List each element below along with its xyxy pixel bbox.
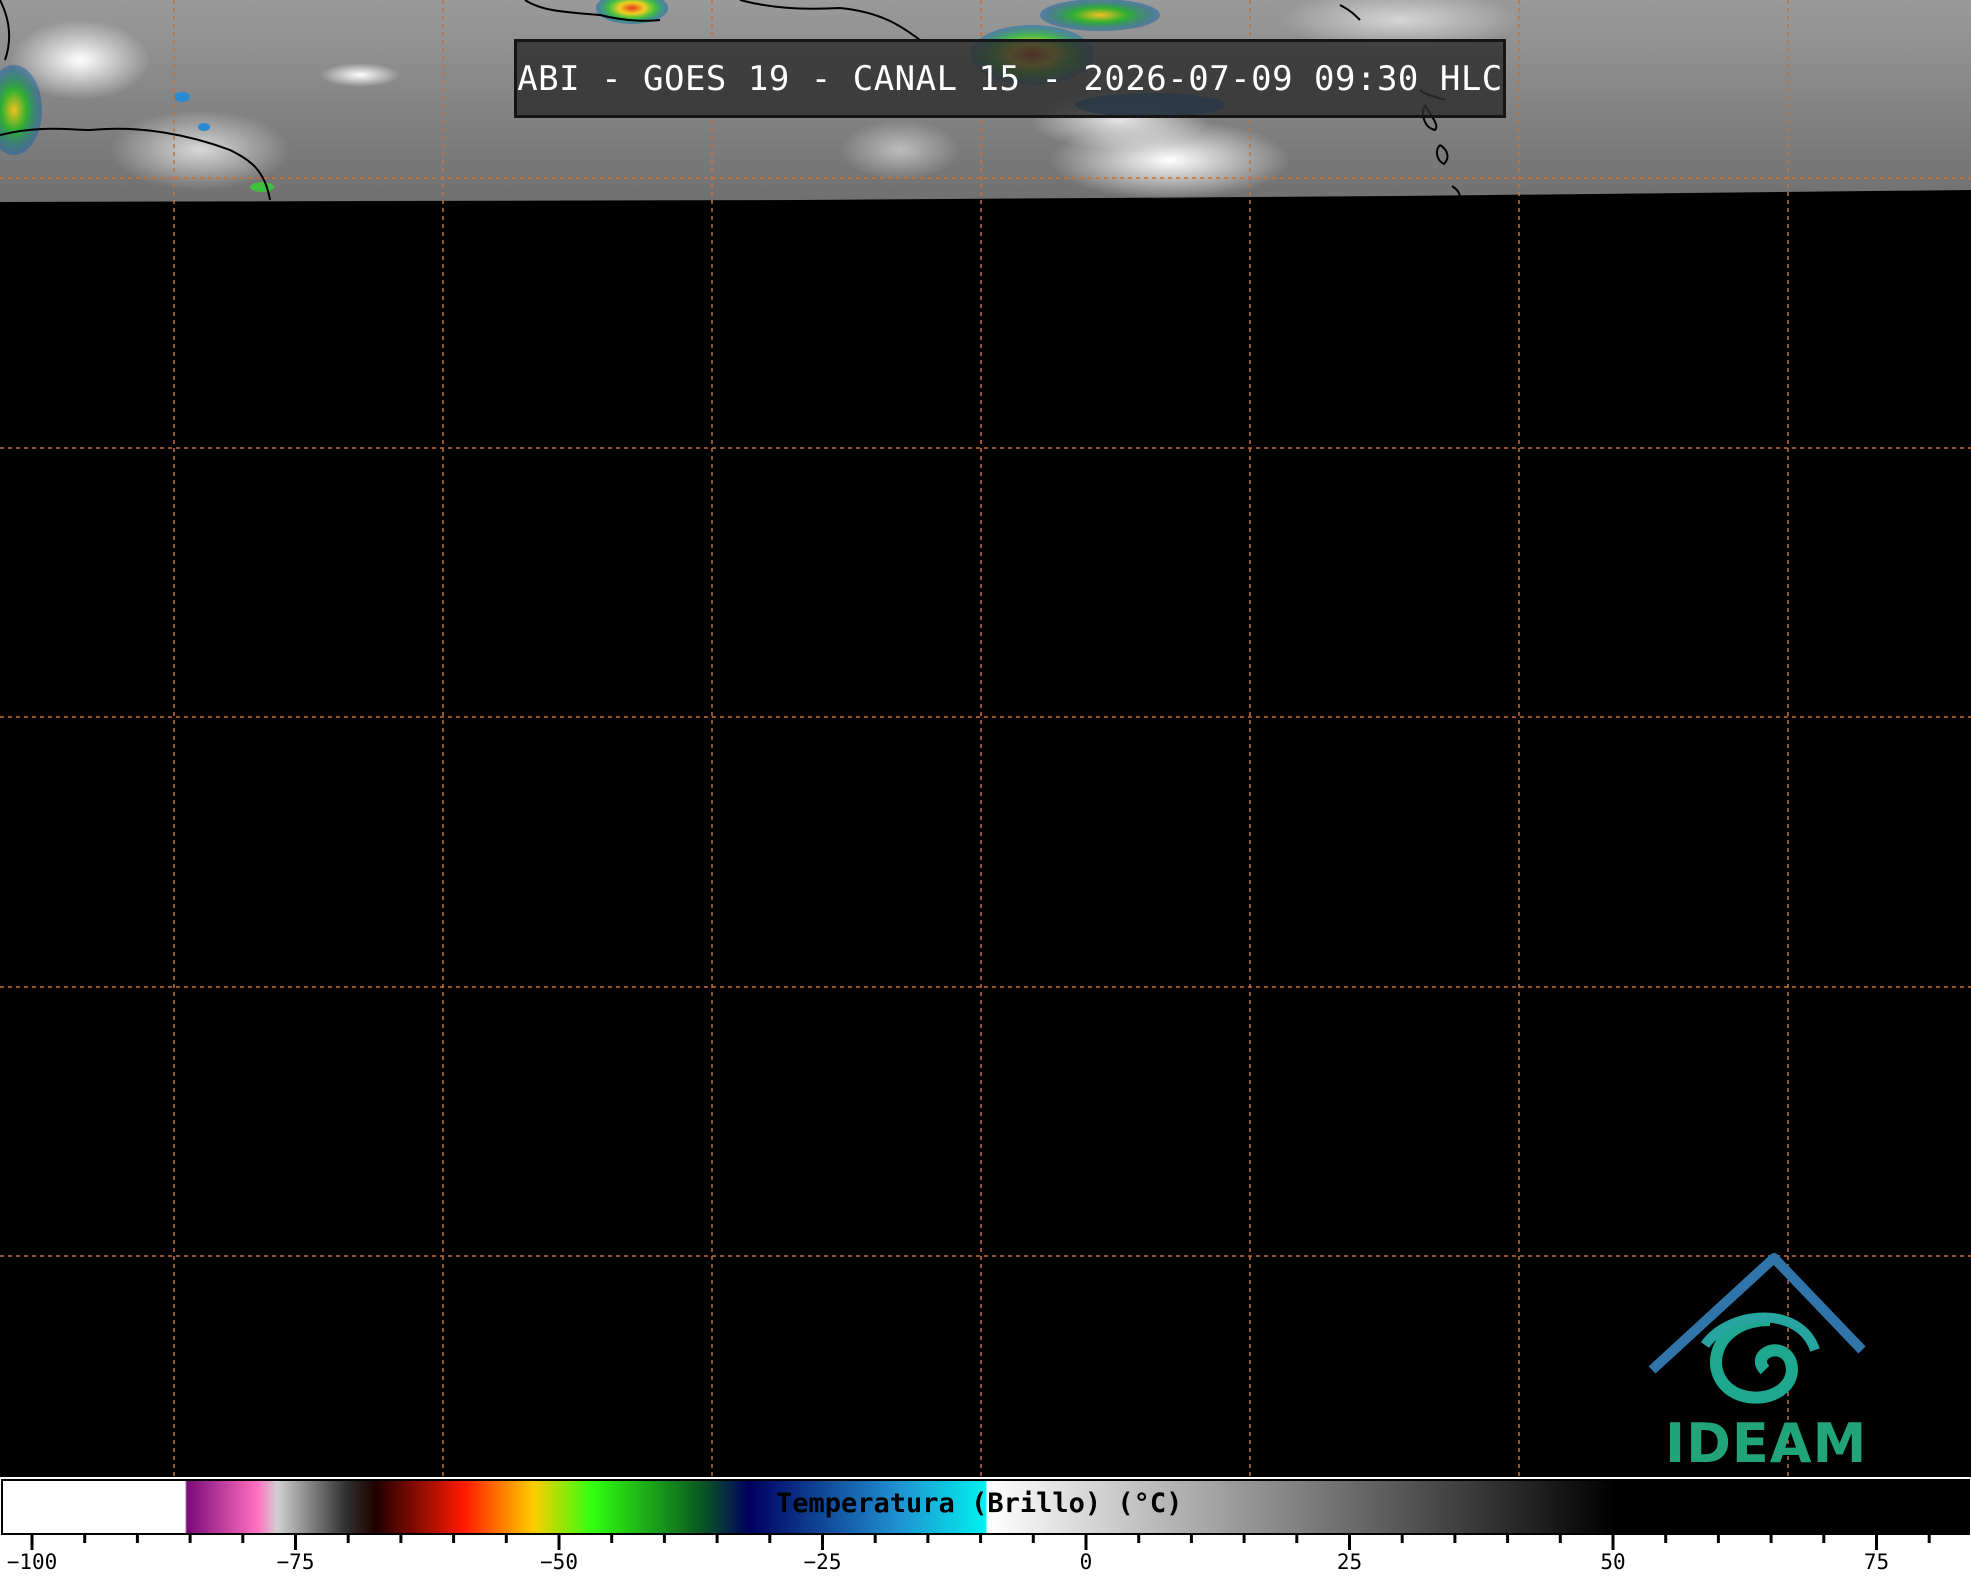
colorbar-tick-label: 75 <box>1863 1550 1890 1574</box>
colorbar-tick-label: −100 <box>6 1550 58 1574</box>
cloud-patch <box>320 63 400 87</box>
colorbar-tick-label: 50 <box>1600 1550 1626 1574</box>
map-title: ABI - GOES 19 - CANAL 15 - 2026-07-09 09… <box>514 39 1506 118</box>
colorbar-label: Temperatura (Brillo) (°C) <box>776 1488 1183 1519</box>
ideam-logo-text: IDEAM <box>1665 1412 1868 1475</box>
storm-cell <box>174 92 190 102</box>
storm-cell <box>198 123 210 131</box>
storm-cell <box>1040 0 1160 31</box>
satellite-map <box>0 0 1971 1577</box>
cloud-patch <box>840 120 960 180</box>
storm-cell <box>250 182 274 192</box>
colorbar-tick-label: −25 <box>803 1550 842 1574</box>
colorbar-tick-label: 0 <box>1079 1550 1093 1574</box>
no-data-area <box>0 0 1971 1577</box>
colorbar-tick-label: −75 <box>276 1550 315 1574</box>
colorbar-tick-label: −50 <box>540 1550 578 1574</box>
colorbar-tick-label: 25 <box>1336 1550 1363 1574</box>
